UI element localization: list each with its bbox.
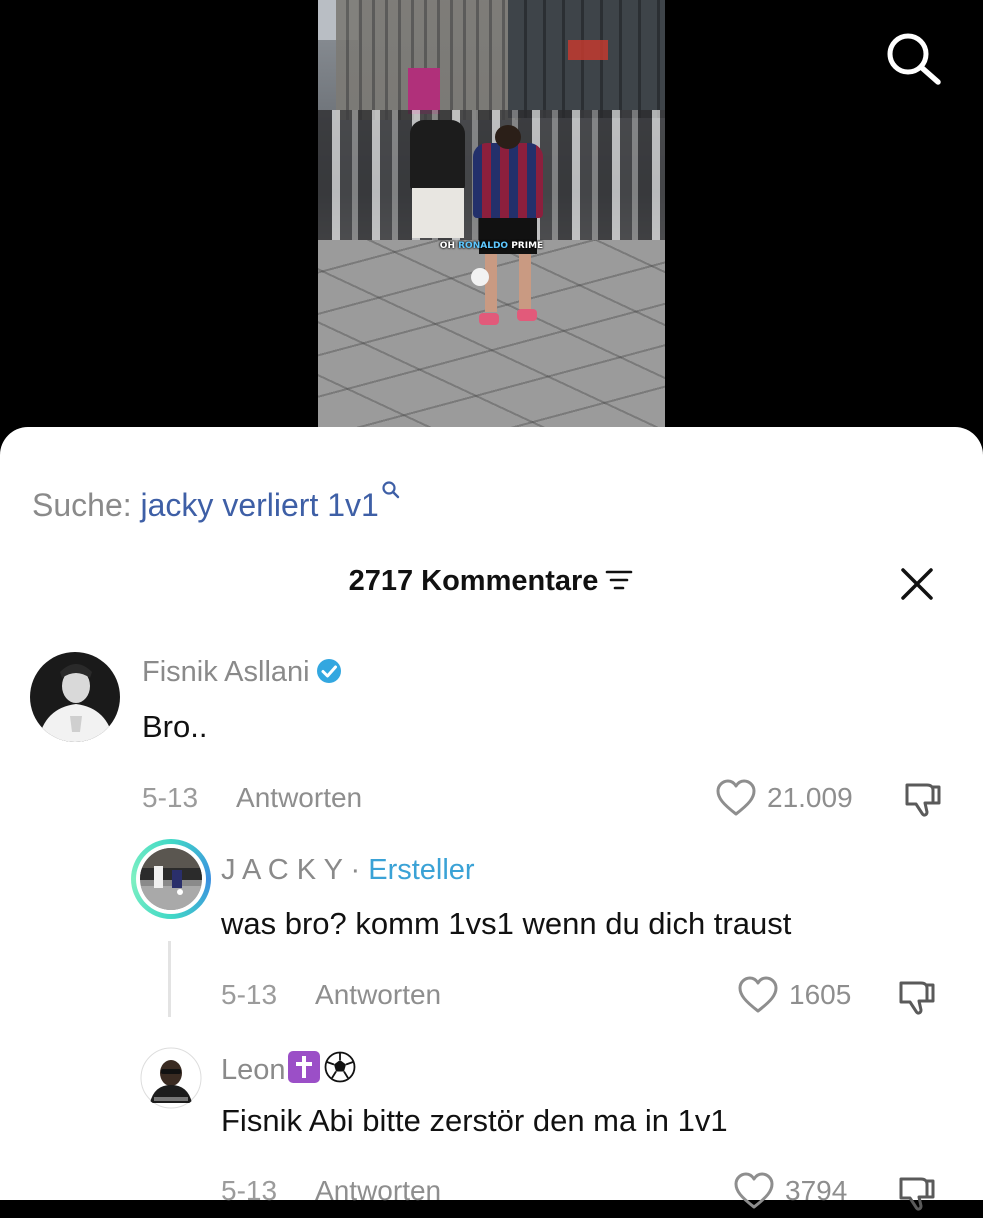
reply-button[interactable]: Antworten bbox=[315, 979, 441, 1010]
comment-username[interactable]: Fisnik Asllani bbox=[142, 656, 342, 689]
reply-button[interactable]: Antworten bbox=[315, 1175, 441, 1206]
video-red-sign bbox=[568, 40, 608, 60]
video-player-jersey bbox=[473, 125, 543, 325]
comment-date: 5-13 bbox=[221, 1175, 278, 1206]
comment-text: Bro.. bbox=[142, 709, 208, 744]
comment-username[interactable]: Leon bbox=[221, 1051, 356, 1087]
close-icon[interactable] bbox=[898, 565, 936, 603]
comments-sheet: Suche: jacky verliert 1v1 2717 Kommentar… bbox=[0, 427, 983, 1211]
search-prefix: Suche: bbox=[32, 487, 141, 523]
search-suggestion[interactable]: Suche: jacky verliert 1v1 bbox=[32, 471, 401, 524]
avatar-leon[interactable] bbox=[140, 1047, 202, 1109]
comment-meta: 5-13 Antworten bbox=[221, 1175, 441, 1207]
comment-date: 5-13 bbox=[221, 979, 278, 1010]
cross-emoji-icon bbox=[287, 1051, 320, 1083]
video-caption: OH RONALDO PRIME bbox=[439, 241, 544, 251]
username-text: Leon bbox=[221, 1054, 286, 1086]
like-count: 3794 bbox=[785, 1175, 848, 1206]
filter-icon[interactable] bbox=[604, 567, 634, 591]
search-icon[interactable] bbox=[884, 30, 942, 88]
video-store-sign bbox=[408, 68, 440, 114]
comments-label: Kommentare bbox=[413, 565, 599, 597]
username-text: Fisnik Asllani bbox=[142, 656, 310, 688]
comment-text: Fisnik Abi bitte zerstör den ma in 1v1 bbox=[221, 1103, 728, 1138]
search-query-link[interactable]: jacky verliert 1v1 bbox=[141, 487, 379, 523]
thread-line bbox=[168, 941, 171, 1017]
comments-header: 2717 Kommentare bbox=[0, 565, 983, 598]
like-count: 1605 bbox=[789, 979, 852, 1010]
username-separator: · bbox=[342, 854, 369, 886]
video-ball bbox=[471, 268, 489, 286]
heart-icon bbox=[738, 976, 778, 1013]
comment-username[interactable]: J A C K Y · Ersteller bbox=[221, 854, 475, 887]
avatar-fisnik[interactable] bbox=[30, 652, 120, 742]
soccer-ball-icon bbox=[324, 1051, 356, 1083]
heart-icon bbox=[716, 779, 756, 816]
comment-meta: 5-13 Antworten bbox=[221, 979, 441, 1011]
video-player[interactable]: OH RONALDO PRIME bbox=[318, 0, 665, 427]
comment-date: 5-13 bbox=[142, 782, 199, 813]
like-button[interactable]: 1605 bbox=[737, 976, 851, 1014]
dislike-icon[interactable] bbox=[897, 1173, 937, 1213]
comment-meta: 5-13 Antworten bbox=[142, 782, 362, 814]
like-count: 21.009 bbox=[767, 782, 853, 813]
dislike-icon[interactable] bbox=[903, 779, 943, 819]
username-text: J A C K Y bbox=[221, 854, 343, 886]
avatar-jacky[interactable] bbox=[131, 839, 211, 919]
dislike-icon[interactable] bbox=[897, 977, 937, 1017]
like-button[interactable]: 21.009 bbox=[715, 779, 853, 817]
like-button[interactable]: 3794 bbox=[733, 1172, 847, 1210]
creator-badge: Ersteller bbox=[368, 854, 475, 886]
comment-text: was bro? komm 1vs1 wenn du dich traust bbox=[221, 906, 792, 941]
search-small-icon bbox=[381, 471, 401, 499]
verified-icon bbox=[316, 658, 342, 684]
comments-count: 2717 bbox=[348, 565, 414, 597]
heart-icon bbox=[734, 1172, 774, 1209]
reply-button[interactable]: Antworten bbox=[236, 782, 362, 813]
